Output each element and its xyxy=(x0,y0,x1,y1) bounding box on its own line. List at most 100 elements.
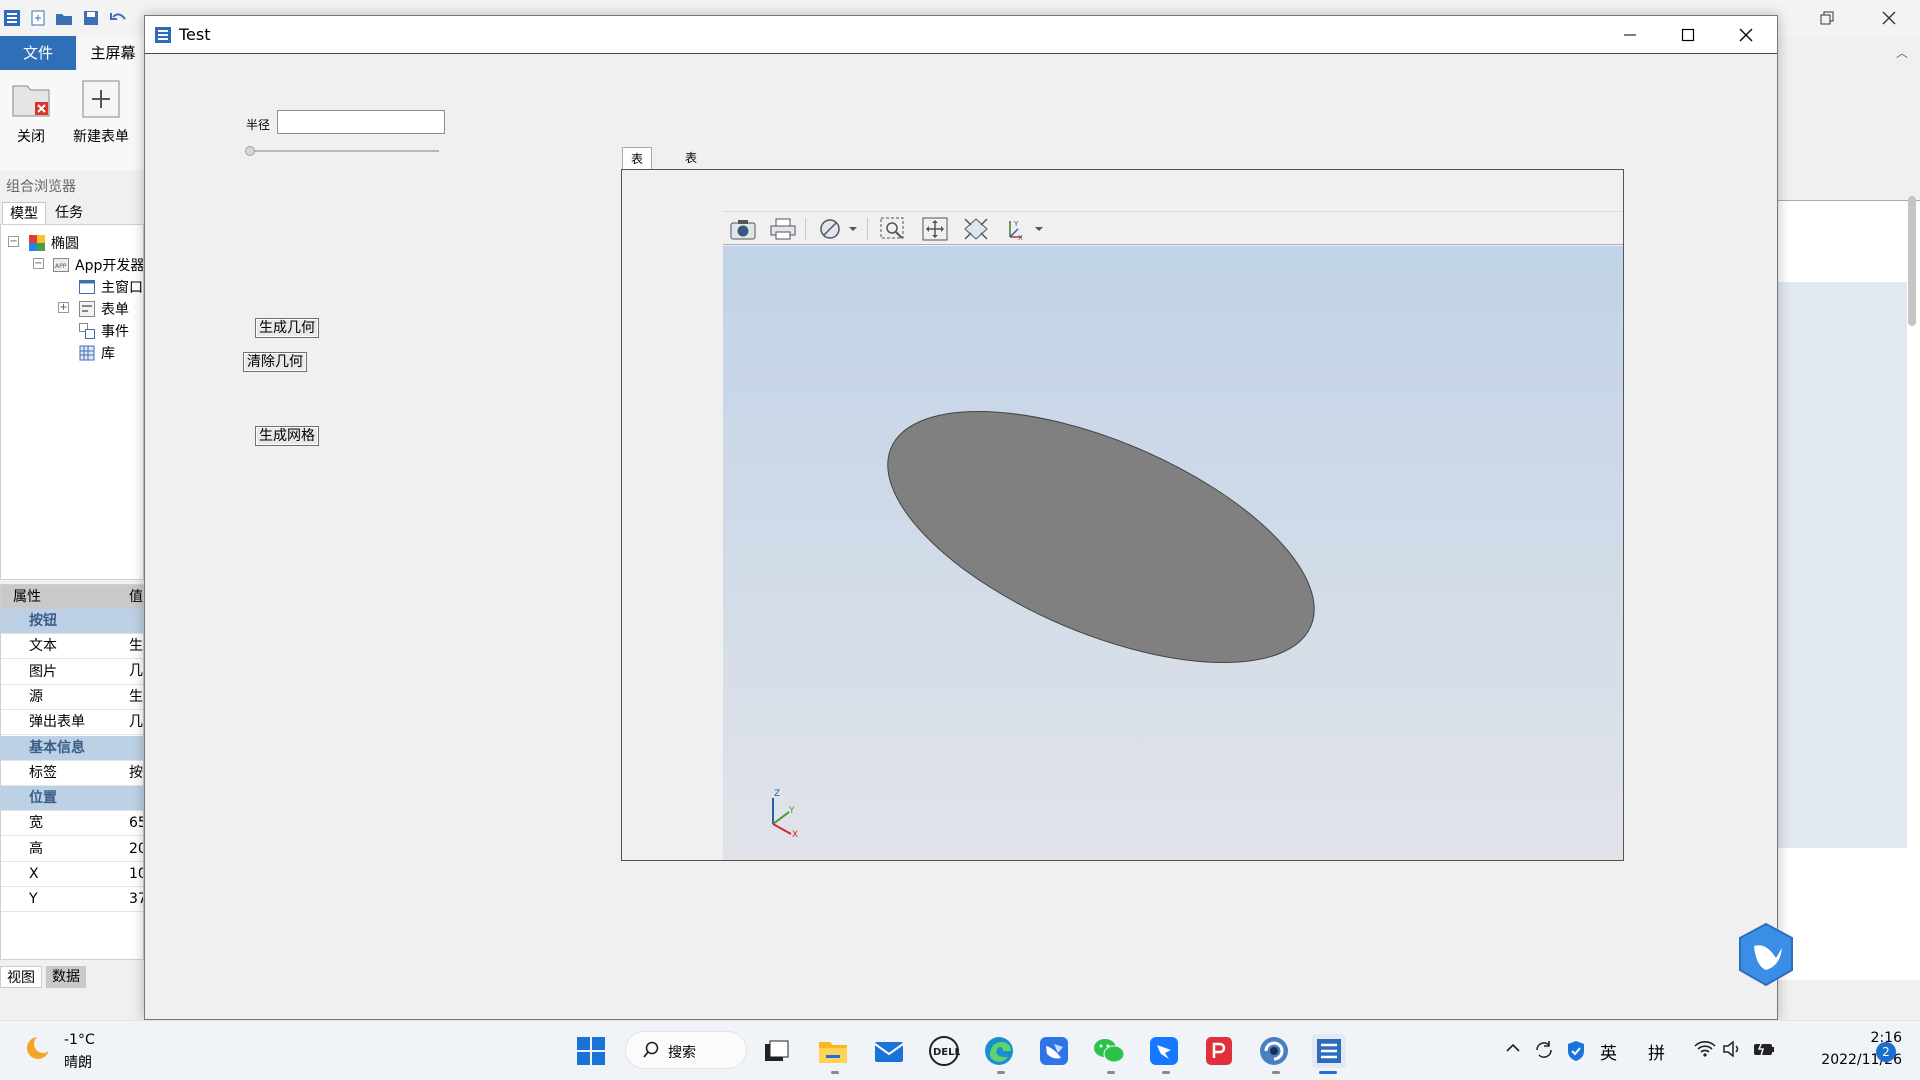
property-row[interactable]: Y 37 xyxy=(1,887,143,913)
weather-temperature: -1°C xyxy=(64,1032,95,1048)
open-folder-icon[interactable] xyxy=(54,8,74,28)
start-icon[interactable] xyxy=(574,1034,608,1068)
mail-icon[interactable] xyxy=(872,1034,906,1068)
tree-collapse-toggle[interactable]: − xyxy=(8,236,19,247)
generate-mesh-button[interactable]: 生成网格 xyxy=(255,426,319,446)
wechat-icon[interactable] xyxy=(1092,1034,1126,1068)
app-logo-icon xyxy=(154,26,172,44)
edge-icon[interactable] xyxy=(982,1034,1016,1068)
generate-geometry-button[interactable]: 生成几何 xyxy=(255,318,319,338)
tree-node-app[interactable]: APP App开发器 xyxy=(53,255,143,275)
new-file-icon[interactable] xyxy=(28,8,48,28)
battery-icon[interactable] xyxy=(1752,1040,1776,1063)
wps-icon[interactable] xyxy=(1202,1034,1236,1068)
taskbar-search[interactable]: 搜索 xyxy=(625,1031,747,1069)
scrollbar-thumb[interactable] xyxy=(1908,196,1916,326)
property-row[interactable]: 高 20 xyxy=(1,837,143,862)
wifi-icon[interactable] xyxy=(1694,1040,1716,1063)
tree-node-root[interactable]: 椭圆 xyxy=(29,233,79,253)
tree-expand-toggle[interactable]: + xyxy=(58,302,69,313)
tree-node-root-label: 椭圆 xyxy=(51,236,79,252)
camera-icon[interactable] xyxy=(727,215,759,243)
minimize-button[interactable] xyxy=(1601,16,1659,54)
model-tree: − 椭圆 − APP App开发器 主窗口 + 表单 事件 库 xyxy=(0,224,144,580)
ime-mode-pinyin[interactable]: 拼 xyxy=(1648,1039,1665,1064)
ribbon-tab-home[interactable]: 主屏幕 xyxy=(78,36,148,70)
tree-collapse-toggle[interactable]: − xyxy=(33,258,44,269)
property-name: 位置 xyxy=(29,790,57,807)
property-row[interactable]: 源生成几何 xyxy=(1,685,143,730)
property-row[interactable]: X 10 xyxy=(1,862,143,887)
new-form-button[interactable]: 新建表单 xyxy=(68,80,134,146)
3d-viewport[interactable]: Z Y X xyxy=(723,246,1623,860)
caelus-icon[interactable] xyxy=(1312,1034,1346,1068)
ime-mode-english[interactable]: 英 xyxy=(1600,1039,1617,1064)
test-dialog: Test 半径 生成几何 清除几何 生成网格 表单2 表单3 xyxy=(144,15,1778,1020)
minimize-icon xyxy=(1624,34,1636,36)
sync-icon[interactable] xyxy=(1533,1040,1555,1065)
radius-input[interactable] xyxy=(277,110,445,134)
tab-form-3[interactable]: 表单3 xyxy=(677,147,705,209)
property-row[interactable]: 弹出表单 xyxy=(1,710,143,736)
task-view-icon[interactable] xyxy=(760,1034,794,1068)
print-icon[interactable] xyxy=(767,215,799,243)
tree-node-forms[interactable]: 表单 xyxy=(79,299,129,319)
app-icon[interactable] xyxy=(1257,1034,1291,1068)
tab-task[interactable]: 任务 xyxy=(48,202,90,224)
feishu-icon[interactable] xyxy=(1037,1034,1071,1068)
close-button-label: 关闭 xyxy=(17,129,45,145)
show-hidden-icons-icon[interactable] xyxy=(1505,1040,1521,1061)
close-icon[interactable] xyxy=(1858,0,1920,36)
property-name: 标签 xyxy=(29,764,57,781)
zoom-box-icon[interactable] xyxy=(877,215,909,243)
collapse-ribbon-icon[interactable]: ︿ xyxy=(1896,44,1908,61)
property-value[interactable]: 按钮 xyxy=(129,761,143,786)
property-value[interactable]: 10 xyxy=(129,862,143,887)
close-button[interactable] xyxy=(1717,16,1775,54)
save-icon[interactable] xyxy=(81,8,101,28)
axis-label-z: Z xyxy=(774,789,780,799)
volume-icon[interactable] xyxy=(1722,1040,1742,1063)
tree-node-events[interactable]: 事件 xyxy=(79,321,129,341)
ellipse-shape[interactable] xyxy=(854,360,1349,715)
tab-view[interactable]: 视图 xyxy=(0,966,42,988)
display-mode-icon[interactable] xyxy=(815,215,863,243)
file-explorer-icon[interactable] xyxy=(816,1034,850,1068)
tree-node-library[interactable]: 库 xyxy=(79,343,115,363)
radius-slider[interactable] xyxy=(245,146,445,156)
tab-data[interactable]: 数据 xyxy=(46,966,86,988)
clear-geometry-button[interactable]: 清除几何 xyxy=(243,352,307,372)
svg-text:Y: Y xyxy=(1013,220,1019,228)
property-value[interactable]: 20 xyxy=(129,837,143,862)
ribbon-tabs: 文件 主屏幕 xyxy=(0,36,148,70)
property-name: X xyxy=(29,866,39,882)
shield-icon[interactable] xyxy=(1566,1040,1586,1067)
axis-view-icon[interactable]: YX xyxy=(1001,215,1047,243)
ribbon-tab-file[interactable]: 文件 xyxy=(0,36,76,70)
property-row[interactable]: 图片 xyxy=(1,660,143,685)
slider-thumb[interactable] xyxy=(245,146,255,156)
maximize-button[interactable] xyxy=(1659,16,1717,54)
dingtalk-icon[interactable] xyxy=(1147,1034,1181,1068)
tab-model[interactable]: 模型 xyxy=(2,202,46,224)
toolbar-separator xyxy=(805,218,806,240)
restore-icon[interactable] xyxy=(1796,0,1858,36)
property-row[interactable]: 宽 65 xyxy=(1,811,143,837)
property-value[interactable]: 65 xyxy=(129,811,143,836)
fit-all-icon[interactable] xyxy=(919,215,951,243)
viewer-toolbar: YX xyxy=(723,211,1623,245)
floating-assistant-button[interactable] xyxy=(1736,922,1796,988)
fit-selection-icon[interactable] xyxy=(960,215,992,243)
undo-icon[interactable] xyxy=(108,8,128,28)
property-name: 宽 xyxy=(29,815,43,832)
property-value[interactable]: 37 xyxy=(129,887,143,912)
property-row[interactable]: 标签 按钮 xyxy=(1,761,143,786)
tree-node-main-window[interactable]: 主窗口 xyxy=(79,277,143,297)
property-row[interactable]: 文本生成几何 xyxy=(1,634,143,679)
new-form-button-label: 新建表单 xyxy=(73,129,129,145)
dell-icon[interactable]: DELL xyxy=(927,1034,961,1068)
close-icon xyxy=(1739,28,1753,42)
close-button[interactable]: 关闭 xyxy=(10,80,52,146)
tab-form-2[interactable]: 表单2 xyxy=(622,147,653,210)
notification-badge[interactable]: 2 xyxy=(1876,1042,1896,1062)
